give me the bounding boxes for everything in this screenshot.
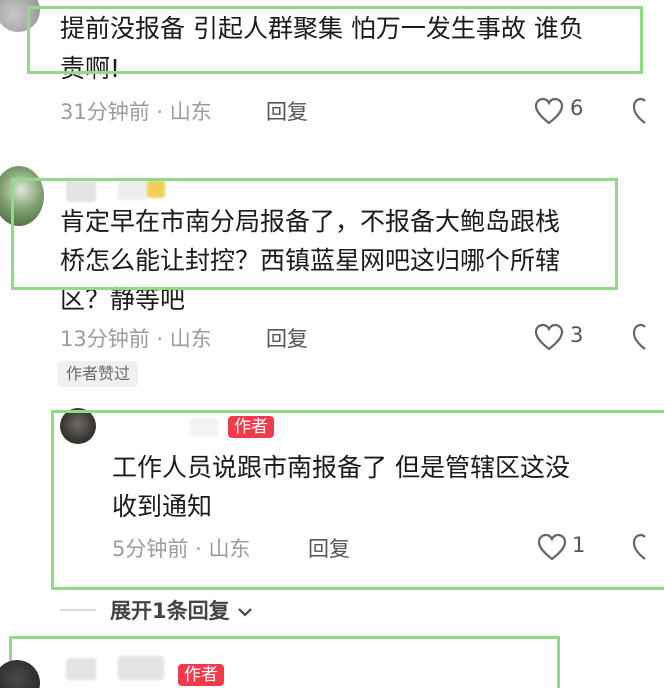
comment-text-line: 收到通知 bbox=[112, 492, 213, 521]
user-badge bbox=[147, 180, 165, 198]
comment-text-line: 提前没报备 引起人群聚集 怕万一发生事故 谁负 bbox=[60, 14, 584, 43]
reply-button[interactable]: 回复 bbox=[266, 323, 308, 353]
comment-time: 13分钟前 bbox=[60, 327, 150, 351]
comment-location: 山东 bbox=[208, 537, 251, 561]
username-blurred bbox=[118, 180, 148, 200]
heart-icon[interactable] bbox=[534, 323, 564, 351]
author-tag: 作者 bbox=[228, 416, 274, 438]
heart-icon[interactable] bbox=[534, 97, 564, 125]
expand-divider bbox=[60, 609, 96, 611]
username-blurred bbox=[190, 418, 218, 436]
chevron-down-icon bbox=[237, 605, 253, 619]
expand-replies-label: 展开1条回复 bbox=[110, 599, 230, 623]
like-count: 3 bbox=[570, 323, 584, 347]
author-tag: 作者 bbox=[178, 664, 224, 686]
comment-meta: 5分钟前 · 山东 bbox=[112, 533, 250, 563]
reply-button[interactable]: 回复 bbox=[308, 533, 350, 563]
like-count: 1 bbox=[572, 533, 586, 557]
separator-dot: · bbox=[156, 100, 164, 124]
comment-text-line: 责啊! bbox=[60, 54, 121, 83]
comment-location: 山东 bbox=[169, 100, 212, 124]
comment-time: 31分钟前 bbox=[60, 100, 150, 124]
comment-text-line: 区？静等吧 bbox=[60, 285, 186, 314]
username-blurred bbox=[66, 658, 96, 680]
avatar[interactable] bbox=[60, 408, 96, 444]
heart-icon[interactable] bbox=[537, 533, 567, 561]
comment-meta: 31分钟前 · 山东 bbox=[60, 96, 212, 126]
liked-by-author-badge: 作者赞过 bbox=[58, 361, 139, 387]
comment-location: 山东 bbox=[169, 327, 212, 351]
avatar[interactable] bbox=[0, 0, 40, 32]
expand-replies-button[interactable]: 展开1条回复 bbox=[110, 595, 253, 625]
dislike-icon[interactable] bbox=[632, 323, 658, 351]
comment-meta: 13分钟前 · 山东 bbox=[60, 323, 212, 353]
comment-text-line: 桥怎么能让封控？西镇蓝星网吧这归哪个所辖 bbox=[60, 246, 561, 275]
dislike-icon[interactable] bbox=[632, 97, 658, 125]
dislike-icon[interactable] bbox=[632, 533, 658, 561]
avatar[interactable] bbox=[0, 660, 40, 688]
separator-dot: · bbox=[156, 327, 164, 351]
reply-button[interactable]: 回复 bbox=[266, 96, 308, 126]
separator-dot: · bbox=[195, 537, 202, 561]
like-count: 6 bbox=[570, 96, 584, 120]
comment-time: 5分钟前 bbox=[112, 537, 189, 561]
username-blurred bbox=[66, 180, 96, 202]
comment-text-line: 肯定早在市南分局报备了，不报备大鲍岛跟栈 bbox=[60, 207, 561, 236]
username-blurred bbox=[118, 656, 164, 680]
comment-text-line: 工作人员说跟市南报备了 但是管辖区这没 bbox=[112, 453, 570, 482]
avatar[interactable] bbox=[0, 166, 44, 226]
